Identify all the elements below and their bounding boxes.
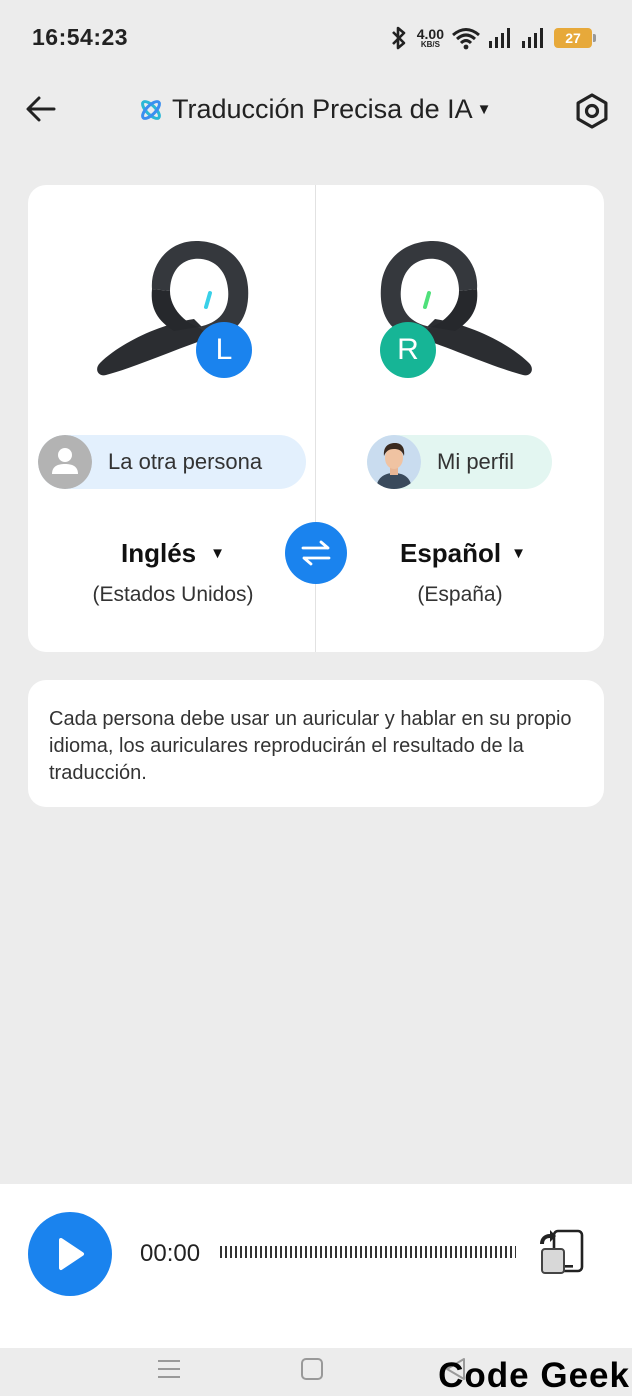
- battery-indicator: 27: [554, 28, 596, 48]
- default-avatar-icon: [38, 435, 92, 489]
- play-icon: [59, 1238, 84, 1270]
- signal-icon: [489, 28, 510, 48]
- audio-waveform[interactable]: [220, 1246, 516, 1258]
- swap-arrows-icon: [301, 540, 331, 566]
- device-switch-icon[interactable]: [536, 1228, 586, 1278]
- gear-icon[interactable]: [573, 92, 611, 130]
- chevron-down-icon: ▼: [511, 545, 526, 562]
- right-earbud-badge: R: [380, 322, 436, 378]
- status-bar: 16:54:23 4.00 KB/S 27: [0, 0, 632, 76]
- my-profile-pill[interactable]: Mi perfil: [367, 435, 552, 489]
- bluetooth-icon: [391, 26, 406, 50]
- net-speed: 4.00 KB/S: [416, 26, 444, 49]
- instructions-text: Cada persona debe usar un auricular y ha…: [28, 680, 604, 807]
- back-arrow-icon[interactable]: [24, 92, 58, 126]
- target-language-selector[interactable]: Español ▼: [400, 538, 526, 569]
- status-icons: 4.00 KB/S 27: [388, 22, 596, 54]
- chevron-down-icon: ▼: [210, 545, 225, 562]
- elapsed-time: 00:00: [140, 1240, 201, 1267]
- other-person-label: La otra persona: [108, 449, 263, 474]
- wifi-icon: [452, 28, 480, 50]
- earbud-assignment-card: L R La otra persona Mi perfil Inglés ▼ (…: [28, 185, 604, 652]
- chevron-down-icon: ▼: [476, 101, 492, 118]
- status-time: 16:54:23: [32, 24, 129, 50]
- mode-selector[interactable]: Traducción Precisa de IA ▼: [138, 94, 492, 125]
- app-header: Traducción Precisa de IA ▼: [0, 76, 632, 146]
- left-earbud-badge: L: [196, 322, 252, 378]
- menu-icon[interactable]: [156, 1356, 182, 1382]
- source-language-region: (Estados Unidos): [92, 583, 254, 606]
- watermark: Code Geek: [438, 1356, 630, 1395]
- source-language-name: Inglés: [121, 538, 197, 568]
- player-bar: 00:00: [0, 1184, 632, 1348]
- swap-languages-button[interactable]: [285, 522, 347, 584]
- my-profile-label: Mi perfil: [437, 449, 515, 474]
- home-icon[interactable]: [299, 1356, 325, 1382]
- other-person-pill[interactable]: La otra persona: [38, 435, 306, 489]
- source-language-selector[interactable]: Inglés ▼: [121, 538, 225, 569]
- signal-icon: [522, 28, 543, 48]
- play-button[interactable]: [28, 1212, 112, 1296]
- target-language-name: Español: [400, 538, 502, 568]
- profile-avatar: [367, 435, 421, 489]
- page-title: Traducción Precisa de IA: [172, 94, 473, 124]
- target-language-region: (España): [417, 583, 503, 606]
- ai-logo-icon: [141, 99, 161, 120]
